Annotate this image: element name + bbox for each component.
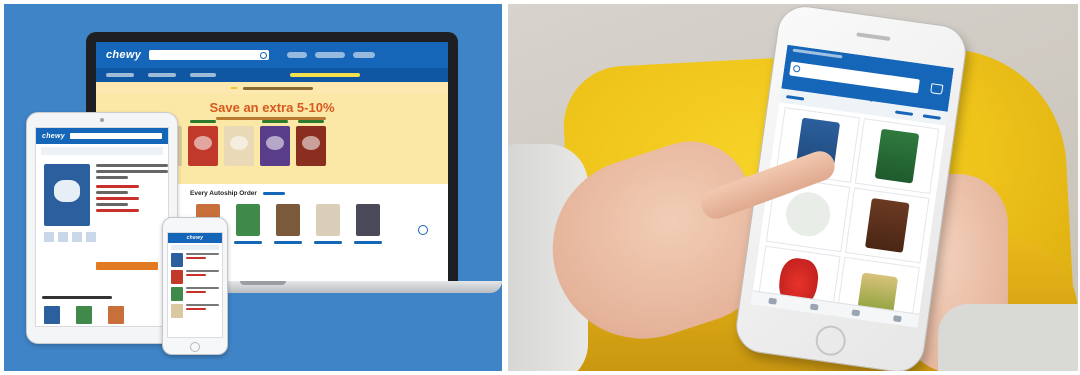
small-phone-search xyxy=(171,245,219,250)
home-button-icon xyxy=(813,323,848,358)
composite-image: chewy Save an extra 5-10% Every Autoship… xyxy=(0,0,1080,375)
tablet-section-heading xyxy=(42,296,112,299)
list-item xyxy=(171,287,219,301)
list-item xyxy=(171,304,219,318)
devices-mockup-panel: chewy Save an extra 5-10% Every Autoship… xyxy=(4,4,502,371)
product-bag xyxy=(260,120,290,166)
product-tile xyxy=(854,118,940,195)
tablet-search-bar xyxy=(69,133,162,139)
small-phone-logo: chewy xyxy=(186,235,204,241)
laptop-autoship-title: Every Autoship Order xyxy=(190,189,257,197)
tablet-logo: chewy xyxy=(42,132,65,140)
carousel-arrow-icon xyxy=(418,225,428,235)
tablet-thumbnails xyxy=(44,232,96,242)
status-bar xyxy=(792,48,843,59)
filter-item xyxy=(922,113,941,120)
list-item xyxy=(171,253,219,267)
laptop-nav-item xyxy=(190,73,216,77)
laptop-nav-promo xyxy=(290,73,360,77)
product-item xyxy=(108,306,124,324)
laptop-header-link xyxy=(287,52,308,58)
tablet-add-to-cart-button xyxy=(96,262,158,270)
product-item xyxy=(354,204,382,244)
product-item xyxy=(234,204,262,244)
laptop-nav-bar xyxy=(96,68,448,82)
small-phone-screen: chewy xyxy=(167,232,223,338)
product-bag xyxy=(296,120,326,166)
product-item xyxy=(44,306,60,324)
tablet-screen: chewy xyxy=(35,127,169,327)
tab-icon xyxy=(851,308,861,316)
search-icon xyxy=(792,64,801,73)
laptop-nav-item xyxy=(106,73,134,77)
right-sleeve xyxy=(938,304,1078,371)
product-bag xyxy=(224,126,254,166)
tab-icon xyxy=(768,297,778,305)
app-search-bar: chewy xyxy=(789,61,920,103)
cart-icon xyxy=(930,83,944,95)
small-phone: chewy xyxy=(162,217,228,355)
tablet-product-details xyxy=(96,164,168,215)
laptop-promo-badge xyxy=(231,87,237,89)
laptop-search-bar xyxy=(149,50,270,60)
laptop-notch xyxy=(240,281,286,285)
small-phone-header: chewy xyxy=(168,233,222,243)
tab-icon xyxy=(893,314,902,322)
filter-item xyxy=(786,94,805,101)
laptop-header-link xyxy=(353,52,376,58)
tablet-camera xyxy=(100,118,104,122)
product-item xyxy=(76,306,92,324)
tablet-site-header: chewy xyxy=(36,128,168,144)
product-bag xyxy=(188,120,218,166)
tab-icon xyxy=(809,303,819,311)
laptop-logo: chewy xyxy=(106,49,142,61)
tablet-breadcrumb xyxy=(41,147,163,155)
laptop-autoship-link xyxy=(262,191,285,195)
product-item xyxy=(274,204,302,244)
tablet: chewy xyxy=(26,112,178,344)
laptop-site-header: chewy xyxy=(96,42,448,68)
photo-panel: chewy xyxy=(508,4,1078,371)
laptop-nav-item xyxy=(148,73,176,77)
laptop-promo-text xyxy=(243,86,313,90)
home-button-icon xyxy=(190,342,200,352)
tablet-product-image xyxy=(44,164,90,226)
product-item xyxy=(314,204,342,244)
phone-speaker xyxy=(856,32,891,41)
list-item xyxy=(171,270,219,284)
laptop-header-link xyxy=(315,52,346,58)
laptop-promo-strip xyxy=(96,82,448,94)
filter-item xyxy=(895,109,914,116)
product-tile xyxy=(845,187,930,264)
